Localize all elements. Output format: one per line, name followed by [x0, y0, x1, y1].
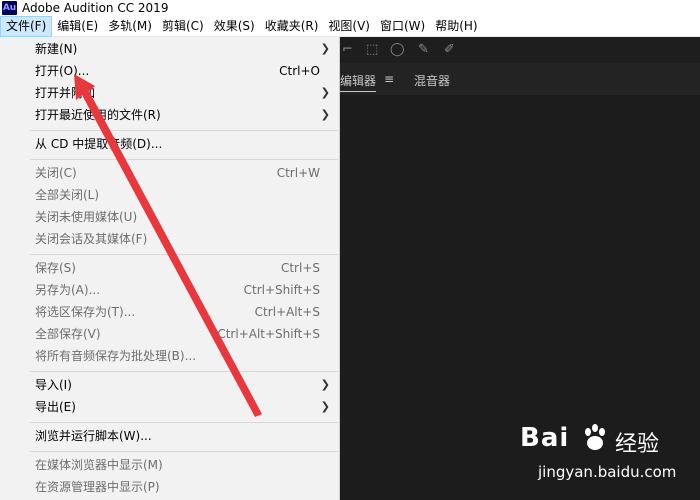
menu-item-open-recent[interactable]: 打开最近使用的文件(R) ❯ — [0, 104, 340, 126]
menu-item-shortcut: Ctrl+S — [280, 261, 320, 275]
menu-separator — [30, 371, 338, 372]
menu-item-label: 打开并附加 — [35, 86, 96, 100]
menu-clip[interactable]: 剪辑(C) — [157, 16, 209, 37]
bracket-icon[interactable]: ⌐ — [342, 42, 353, 57]
menu-help[interactable]: 帮助(H) — [430, 16, 482, 37]
menu-separator — [30, 159, 338, 160]
watermark-suffix: 经验 — [615, 432, 660, 457]
menu-item-label: 导出(E) — [35, 400, 76, 414]
menu-separator — [30, 254, 338, 255]
menu-item-close-session[interactable]: 关闭会话及其媒体(F) — [0, 228, 340, 250]
menu-item-extract-cd[interactable]: 从 CD 中提取音频(D)... — [0, 133, 340, 155]
menu-item-label: 关闭未使用媒体(U) — [35, 210, 138, 224]
menu-item-label: 全部关闭(L) — [35, 188, 100, 202]
menu-item-label: 从 CD 中提取音频(D)... — [35, 137, 163, 151]
menu-item-label: 另存为(A)... — [35, 283, 101, 297]
menu-window[interactable]: 窗口(W) — [375, 16, 430, 37]
menu-effects[interactable]: 效果(S) — [209, 16, 260, 37]
menu-item-save-all[interactable]: 全部保存(V) Ctrl+Alt+Shift+S — [0, 323, 340, 345]
menu-item-reveal-media-browser[interactable]: 在媒体浏览器中显示(M) — [0, 454, 340, 476]
watermark-logo: Bai — [520, 423, 570, 453]
chevron-right-icon: ❯ — [320, 86, 330, 99]
menu-item-save[interactable]: 保存(S) Ctrl+S — [0, 257, 340, 279]
menu-bar: 文件(F) 编辑(E) 多轨(M) 剪辑(C) 效果(S) 收藏夹(R) 视图(… — [0, 15, 700, 37]
menu-item-close-all[interactable]: 全部关闭(L) — [0, 184, 340, 206]
menu-item-shortcut: Ctrl+Alt+Shift+S — [217, 327, 320, 341]
window-title: Adobe Audition CC 2019 — [22, 1, 169, 15]
menu-item-label: 新建(N) — [35, 42, 78, 56]
brush-icon[interactable]: ✎ — [418, 42, 429, 57]
audition-app-icon: Au — [2, 1, 17, 15]
marquee-select-icon[interactable]: ⬚ — [366, 42, 378, 57]
tab-mixer[interactable]: 混音器 — [414, 72, 450, 89]
menu-item-run-script[interactable]: 浏览并运行脚本(W)... — [0, 425, 340, 447]
menu-item-shortcut: Ctrl+Shift+S — [243, 283, 320, 297]
file-menu-dropdown: 新建(N) ❯ 打开(O)... Ctrl+O 打开并附加 ❯ 打开最近使用的文… — [0, 37, 340, 500]
menu-item-reveal-explorer[interactable]: 在资源管理器中显示(P) — [0, 476, 340, 498]
menu-item-save-as[interactable]: 另存为(A)... Ctrl+Shift+S — [0, 279, 340, 301]
menu-separator — [30, 451, 338, 452]
menu-item-label: 关闭(C) — [35, 166, 77, 180]
menu-item-label: 打开最近使用的文件(R) — [35, 108, 161, 122]
menu-item-shortcut: Ctrl+O — [279, 64, 320, 78]
menu-item-save-selection-as[interactable]: 将选区保存为(T)... Ctrl+Alt+S — [0, 301, 340, 323]
baidu-paw-icon — [585, 424, 605, 450]
menu-file[interactable]: 文件(F) — [0, 15, 53, 37]
menu-item-label: 打开(O)... — [35, 64, 90, 78]
menu-item-open-append[interactable]: 打开并附加 ❯ — [0, 82, 340, 104]
chevron-right-icon: ❯ — [320, 108, 330, 121]
baidu-jingyan-watermark: Bai 经验 jingyan.baidu.com — [520, 423, 695, 493]
menu-item-label: 将选区保存为(T)... — [35, 305, 136, 319]
menu-item-close-unused-media[interactable]: 关闭未使用媒体(U) — [0, 206, 340, 228]
chevron-right-icon: ❯ — [320, 400, 330, 413]
menu-item-close[interactable]: 关闭(C) Ctrl+W — [0, 162, 340, 184]
menu-item-import[interactable]: 导入(I) ❯ — [0, 374, 340, 396]
tab-editor[interactable]: 编辑器 — [340, 72, 377, 92]
menu-edit[interactable]: 编辑(E) — [52, 16, 103, 37]
lasso-select-icon[interactable]: ◯ — [390, 42, 405, 57]
menu-item-export[interactable]: 导出(E) ❯ — [0, 396, 340, 418]
menu-item-shortcut: Ctrl+Alt+S — [254, 305, 320, 319]
menu-multitrack[interactable]: 多轨(M) — [103, 16, 157, 37]
menu-item-label: 将所有音频保存为批处理(B)... — [35, 349, 197, 363]
menu-item-label: 全部保存(V) — [35, 327, 101, 341]
menu-item-label: 导入(I) — [35, 378, 72, 392]
healing-brush-icon[interactable]: ✐ — [444, 42, 455, 57]
menu-separator — [30, 130, 338, 131]
title-bar: Au Adobe Audition CC 2019 — [0, 0, 700, 16]
menu-item-label: 浏览并运行脚本(W)... — [35, 429, 152, 443]
tools-toolbar: ⌐ ⬚ ◯ ✎ ✐ — [340, 37, 700, 63]
menu-favorites[interactable]: 收藏夹(R) — [260, 16, 324, 37]
menu-view[interactable]: 视图(V) — [323, 16, 375, 37]
watermark-url: jingyan.baidu.com — [538, 463, 677, 481]
menu-item-label: 在媒体浏览器中显示(M) — [35, 458, 163, 472]
menu-item-label: 在资源管理器中显示(P) — [35, 480, 160, 494]
chevron-right-icon: ❯ — [320, 42, 330, 55]
panel-menu-icon[interactable]: ≡ — [384, 72, 394, 86]
menu-separator — [30, 422, 338, 423]
menu-item-label: 关闭会话及其媒体(F) — [35, 232, 148, 246]
menu-item-shortcut: Ctrl+W — [276, 166, 320, 180]
menu-item-open[interactable]: 打开(O)... Ctrl+O — [0, 60, 340, 82]
menu-item-label: 保存(S) — [35, 261, 76, 275]
editor-tabs: 编辑器 ≡ 混音器 — [340, 63, 700, 95]
chevron-right-icon: ❯ — [320, 378, 330, 391]
menu-item-batch-save[interactable]: 将所有音频保存为批处理(B)... — [0, 345, 340, 367]
menu-item-new[interactable]: 新建(N) ❯ — [0, 38, 340, 60]
